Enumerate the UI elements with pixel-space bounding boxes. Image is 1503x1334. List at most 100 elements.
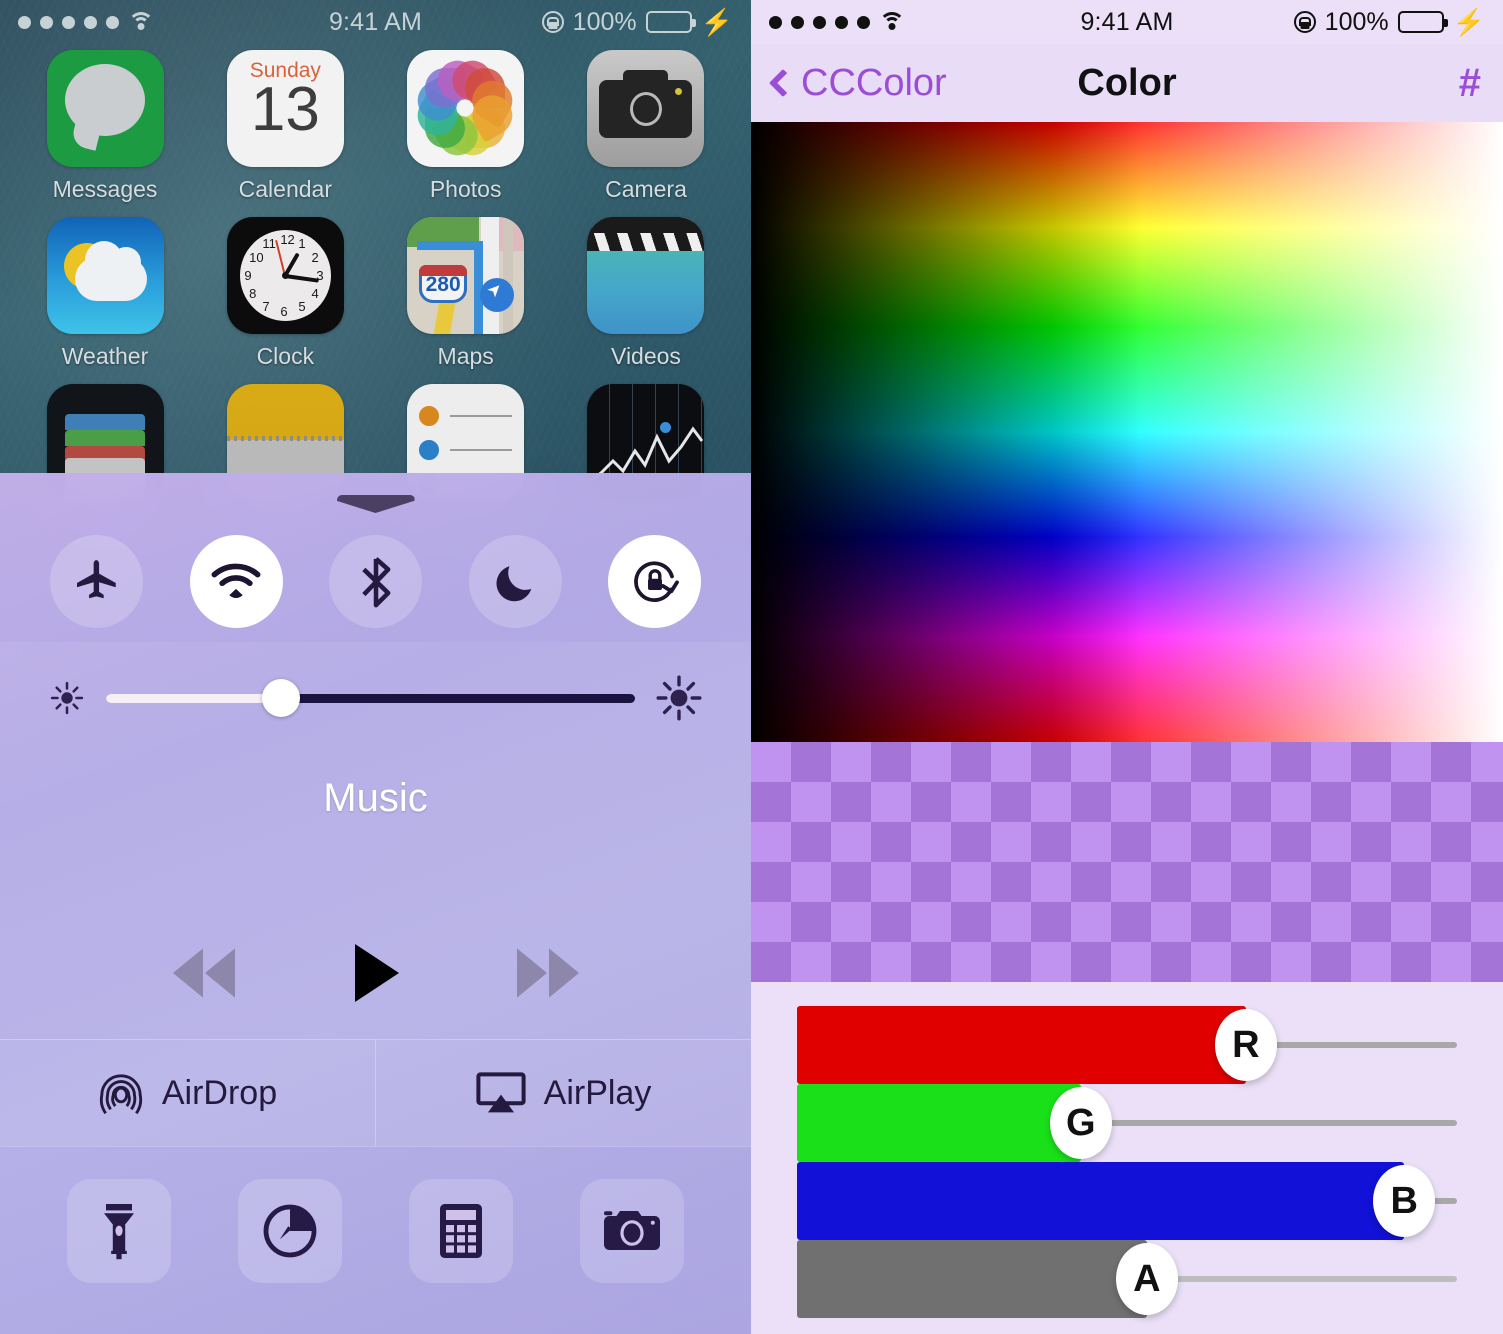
battery-percent-label: 100% <box>572 7 637 36</box>
back-button[interactable]: CCColor <box>768 61 947 105</box>
airplane-icon <box>76 559 116 598</box>
alpha-slider-thumb[interactable]: A <box>1115 1243 1178 1315</box>
camera-icon <box>603 1211 660 1250</box>
clock-numeral: 7 <box>262 298 270 314</box>
weather-icon <box>46 217 164 334</box>
calendar-icon: Sunday 13 <box>226 50 344 167</box>
grabber-handle[interactable] <box>0 473 751 513</box>
charging-icon: ⚡ <box>700 7 733 37</box>
airdrop-icon <box>99 1074 142 1115</box>
color-gradient-picker[interactable] <box>751 122 1503 742</box>
battery-icon <box>1397 11 1448 33</box>
maps-icon: 280 <box>407 217 525 334</box>
app-photos[interactable]: Photos <box>391 50 541 203</box>
airplane-mode-toggle[interactable] <box>50 535 143 628</box>
brightness-slider-thumb[interactable] <box>261 679 300 717</box>
air-share-row: AirDrop AirPlay <box>0 1039 751 1146</box>
rotation-lock-icon <box>541 11 564 33</box>
clock-numeral: 5 <box>298 298 306 314</box>
app-label: Messages <box>52 176 158 202</box>
green-slider[interactable]: G <box>797 1084 1457 1162</box>
brightness-slider[interactable] <box>106 679 635 717</box>
shortcuts-row <box>0 1146 751 1321</box>
calendar-date: 13 <box>250 75 320 144</box>
selected-color-swatch <box>751 742 1503 982</box>
battery-icon <box>645 11 696 33</box>
left-screen-control-center: 9:41 AM 100% ⚡ Messages Sunday 13 Calend… <box>0 0 751 1334</box>
fast-forward-button[interactable] <box>511 944 583 1002</box>
app-messages[interactable]: Messages <box>30 50 180 203</box>
maps-route-shield: 280 <box>419 265 468 303</box>
airplay-button[interactable]: AirPlay <box>375 1040 751 1146</box>
rotation-lock-toggle[interactable] <box>608 535 701 628</box>
calculator-button[interactable] <box>408 1179 513 1283</box>
rotation-lock-icon <box>633 560 679 602</box>
play-button[interactable] <box>349 941 403 1005</box>
rgba-sliders: R G B A <box>751 982 1503 1334</box>
camera-icon <box>587 50 705 167</box>
app-videos[interactable]: Videos <box>571 217 721 370</box>
navigation-bar: CCColor Color # <box>751 44 1503 122</box>
airdrop-button[interactable]: AirDrop <box>0 1040 375 1146</box>
clock-numeral: 4 <box>311 285 319 301</box>
control-center-toggles <box>0 513 751 628</box>
app-label: Photos <box>429 176 502 202</box>
clock-icon: 1 2 3 4 5 6 7 8 9 10 11 12 <box>226 217 344 334</box>
rewind-icon <box>172 948 235 998</box>
red-slider-thumb[interactable]: R <box>1214 1009 1277 1081</box>
bluetooth-icon <box>361 556 390 607</box>
clock-numeral: 3 <box>316 267 324 283</box>
back-button-label: CCColor <box>801 61 947 104</box>
flashlight-icon <box>104 1204 135 1260</box>
app-row: Weather 123456789101112 Clock <box>30 217 721 370</box>
clock-numeral: 11 <box>262 236 276 252</box>
sun-large-icon <box>656 675 702 721</box>
calculator-icon <box>439 1204 482 1258</box>
wifi-toggle[interactable] <box>189 535 283 628</box>
app-row: Messages Sunday 13 Calendar Photos Camer… <box>30 50 721 203</box>
app-camera[interactable]: Camera <box>571 50 721 203</box>
status-bar: 9:41 AM 100% ⚡ <box>751 0 1503 44</box>
app-clock[interactable]: 1 2 3 4 5 6 7 8 9 10 11 12 Clock <box>210 217 360 370</box>
green-slider-thumb[interactable]: G <box>1049 1087 1112 1159</box>
charging-icon: ⚡ <box>1452 7 1485 37</box>
do-not-disturb-toggle[interactable] <box>468 535 562 628</box>
brightness-control <box>0 642 751 750</box>
bluetooth-toggle[interactable] <box>329 535 422 628</box>
app-label: Videos <box>611 343 681 369</box>
blue-slider-thumb[interactable]: B <box>1373 1165 1436 1237</box>
clock-numeral: 1 <box>298 236 306 252</box>
camera-button[interactable] <box>579 1179 684 1283</box>
rotation-lock-icon <box>1293 11 1316 33</box>
timer-button[interactable] <box>238 1179 343 1283</box>
app-label: Camera <box>605 176 687 202</box>
status-bar-right: 100% ⚡ <box>1293 7 1485 37</box>
play-icon <box>354 944 399 1002</box>
chevron-left-icon <box>768 68 798 98</box>
app-label: Weather <box>61 343 149 369</box>
clock-numeral: 10 <box>249 249 264 265</box>
clock-numeral: 2 <box>311 249 319 265</box>
dual-screenshot-container: 9:41 AM 100% ⚡ Messages Sunday 13 Calend… <box>0 0 1503 1334</box>
messages-icon <box>46 50 164 167</box>
status-bar-right: 100% ⚡ <box>541 7 733 37</box>
hex-button[interactable]: # <box>1459 61 1481 106</box>
photos-icon <box>407 50 525 167</box>
app-weather[interactable]: Weather <box>30 217 180 370</box>
airplay-icon <box>476 1072 526 1113</box>
color-preview <box>751 742 1503 982</box>
flashlight-button[interactable] <box>67 1179 172 1283</box>
playback-controls <box>0 941 751 1005</box>
blue-slider[interactable]: B <box>797 1162 1457 1240</box>
red-slider[interactable]: R <box>797 1006 1457 1084</box>
right-screen-color-picker: 9:41 AM 100% ⚡ CCColor Color # R G B A <box>751 0 1503 1334</box>
airdrop-label: AirDrop <box>161 1073 278 1112</box>
alpha-slider[interactable]: A <box>797 1240 1457 1318</box>
home-screen-grid: Messages Sunday 13 Calendar Photos Camer… <box>0 44 751 501</box>
app-maps[interactable]: 280 Maps <box>391 217 541 370</box>
clock-numeral: 8 <box>249 285 257 301</box>
now-playing-app-label: Music <box>323 776 428 820</box>
rewind-button[interactable] <box>169 944 241 1002</box>
status-bar: 9:41 AM 100% ⚡ <box>0 0 751 44</box>
app-calendar[interactable]: Sunday 13 Calendar <box>210 50 360 203</box>
